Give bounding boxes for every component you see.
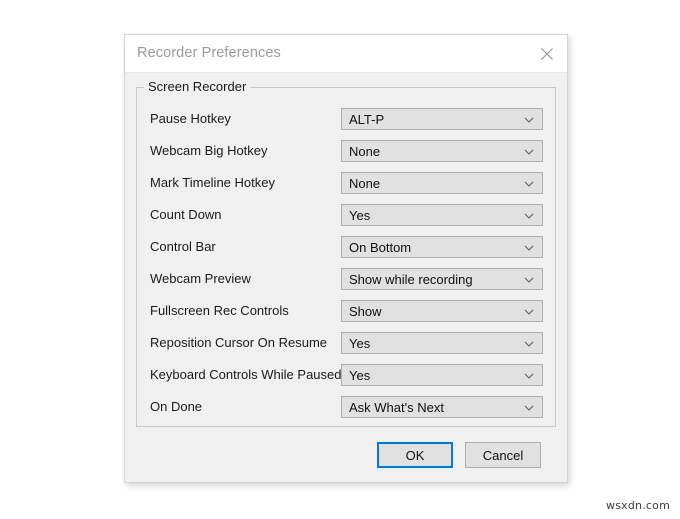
dropdown-value: None	[349, 143, 380, 160]
chevron-down-icon	[523, 402, 535, 414]
dialog-footer: OK Cancel	[125, 442, 567, 468]
setting-label-webcam-big-hotkey: Webcam Big Hotkey	[150, 142, 268, 160]
chevron-down-icon	[523, 210, 535, 222]
dropdown-value: Yes	[349, 207, 370, 224]
setting-row: Fullscreen Rec Controls Show	[137, 300, 555, 322]
dropdown-value: Ask What's Next	[349, 399, 444, 416]
setting-dropdown-webcam-preview[interactable]: Show while recording	[341, 268, 543, 290]
dialog-titlebar: Recorder Preferences	[125, 35, 567, 73]
setting-label-count-down: Count Down	[150, 206, 222, 224]
dropdown-value: On Bottom	[349, 239, 411, 256]
dialog-title: Recorder Preferences	[137, 45, 281, 61]
setting-label-mark-timeline-hotkey: Mark Timeline Hotkey	[150, 174, 275, 192]
recorder-preferences-dialog: Recorder Preferences Screen Recorder Pau…	[124, 34, 568, 483]
setting-label-keyboard-controls-while-paused: Keyboard Controls While Paused	[150, 366, 342, 384]
chevron-down-icon	[523, 242, 535, 254]
dropdown-value: Yes	[349, 367, 370, 384]
setting-label-reposition-cursor-on-resume: Reposition Cursor On Resume	[150, 334, 327, 352]
setting-label-pause-hotkey: Pause Hotkey	[150, 110, 231, 128]
cancel-button[interactable]: Cancel	[465, 442, 541, 468]
chevron-down-icon	[523, 146, 535, 158]
close-icon	[539, 46, 555, 62]
setting-row: Count Down Yes	[137, 204, 555, 226]
setting-dropdown-webcam-big-hotkey[interactable]: None	[341, 140, 543, 162]
setting-dropdown-on-done[interactable]: Ask What's Next	[341, 396, 543, 418]
dropdown-value: ALT-P	[349, 111, 384, 128]
setting-row: On Done Ask What's Next	[137, 396, 555, 418]
chevron-down-icon	[523, 178, 535, 190]
setting-dropdown-keyboard-controls-while-paused[interactable]: Yes	[341, 364, 543, 386]
chevron-down-icon	[523, 114, 535, 126]
setting-dropdown-mark-timeline-hotkey[interactable]: None	[341, 172, 543, 194]
dropdown-value: Show	[349, 303, 382, 320]
dropdown-value: Yes	[349, 335, 370, 352]
screen-recorder-groupbox: Screen Recorder Pause Hotkey ALT-P Webca…	[136, 87, 556, 427]
chevron-down-icon	[523, 306, 535, 318]
setting-row: Mark Timeline Hotkey None	[137, 172, 555, 194]
chevron-down-icon	[523, 338, 535, 350]
setting-row: Webcam Big Hotkey None	[137, 140, 555, 162]
close-button[interactable]	[527, 35, 567, 72]
setting-row: Keyboard Controls While Paused Yes	[137, 364, 555, 386]
setting-dropdown-control-bar[interactable]: On Bottom	[341, 236, 543, 258]
setting-label-fullscreen-rec-controls: Fullscreen Rec Controls	[150, 302, 289, 320]
setting-label-on-done: On Done	[150, 398, 202, 416]
watermark: wsxdn.com	[606, 499, 670, 512]
dropdown-value: Show while recording	[349, 271, 473, 288]
groupbox-legend: Screen Recorder	[144, 79, 250, 94]
setting-row: Pause Hotkey ALT-P	[137, 108, 555, 130]
setting-row: Control Bar On Bottom	[137, 236, 555, 258]
setting-dropdown-count-down[interactable]: Yes	[341, 204, 543, 226]
ok-button[interactable]: OK	[377, 442, 453, 468]
setting-row: Reposition Cursor On Resume Yes	[137, 332, 555, 354]
setting-label-control-bar: Control Bar	[150, 238, 216, 256]
setting-dropdown-fullscreen-rec-controls[interactable]: Show	[341, 300, 543, 322]
chevron-down-icon	[523, 370, 535, 382]
setting-row: Webcam Preview Show while recording	[137, 268, 555, 290]
dropdown-value: None	[349, 175, 380, 192]
setting-label-webcam-preview: Webcam Preview	[150, 270, 251, 288]
chevron-down-icon	[523, 274, 535, 286]
setting-dropdown-reposition-cursor-on-resume[interactable]: Yes	[341, 332, 543, 354]
setting-dropdown-pause-hotkey[interactable]: ALT-P	[341, 108, 543, 130]
